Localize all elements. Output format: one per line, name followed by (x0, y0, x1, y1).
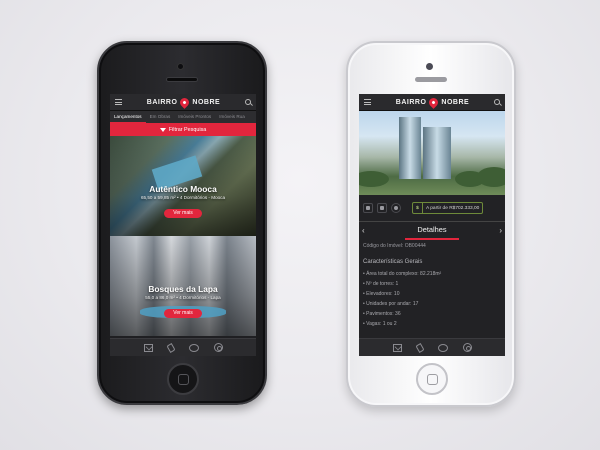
tower-image-detail (423, 127, 451, 179)
price-label: A partir de R$702.333,00 (426, 205, 480, 211)
list-item: Pavimentos: 36 (363, 309, 501, 319)
details-tab[interactable]: Detalhes (405, 222, 459, 240)
left-screen: BAIRRO NOBRE Lançamentos Em Obras Imóvei… (110, 94, 256, 356)
share-icon[interactable] (377, 203, 387, 213)
facebook-icon[interactable] (363, 203, 373, 213)
chat-icon[interactable] (188, 343, 199, 352)
camera-icon (177, 63, 184, 70)
property-photo[interactable] (359, 111, 505, 195)
app-header: BAIRRO NOBRE (359, 94, 505, 111)
see-more-button[interactable]: Ver mais (164, 209, 202, 218)
tree-image-detail (359, 171, 389, 187)
listing-title: Bosques da Lapa (148, 284, 218, 294)
tree-image-detail (477, 167, 505, 187)
logo-text-right: NOBRE (192, 98, 221, 106)
contact-bar (110, 338, 256, 356)
search-icon[interactable] (494, 99, 500, 105)
chevron-right-icon[interactable]: › (499, 226, 502, 235)
whatsapp-icon[interactable] (462, 343, 472, 352)
menu-icon[interactable] (364, 99, 371, 105)
mail-icon[interactable] (392, 343, 402, 352)
black-phone: BAIRRO NOBRE Lançamentos Em Obras Imóvei… (97, 41, 267, 405)
camera-icon (426, 63, 433, 70)
features-list: Área total do complexo: 82.218m² Nº de t… (363, 269, 501, 329)
whatsapp-icon[interactable] (391, 203, 401, 213)
brand-logo[interactable]: BAIRRO NOBRE (395, 95, 470, 109)
category-tabs: Lançamentos Em Obras Imóveis Prontos Imó… (110, 111, 256, 123)
home-button (416, 363, 448, 395)
pin-icon (178, 95, 192, 109)
home-square-icon (427, 374, 438, 385)
tower-image-detail (399, 117, 421, 179)
whatsapp-mark (394, 206, 398, 210)
logo-text-left: BAIRRO (146, 98, 178, 106)
listing-card[interactable]: Bosques da Lapa 55,0 a 86,0 m² • 4 Dormi… (110, 236, 256, 336)
listing-subtitle: 55,0 a 86,0 m² • 4 Dormitórios - Lapa (145, 295, 221, 300)
speaker-grille (415, 77, 447, 82)
right-screen: BAIRRO NOBRE $ A partir de R$702.333,00 … (359, 94, 505, 356)
action-row: $ A partir de R$702.333,00 (359, 195, 505, 221)
filter-icon (159, 127, 166, 132)
chevron-left-icon[interactable]: ‹ (362, 226, 365, 235)
details-header: ‹ Detalhes › (359, 221, 505, 240)
menu-icon[interactable] (115, 99, 122, 105)
white-phone: BAIRRO NOBRE $ A partir de R$702.333,00 … (346, 41, 516, 407)
listing-subtitle: 65,50 a 59,85 m² • 4 Dormitórios - Mooca (140, 195, 226, 200)
dollar-icon: $ (413, 202, 423, 214)
list-item: Área total do complexo: 82.218m² (363, 269, 501, 279)
home-square-icon (178, 374, 189, 385)
list-item: Nº de torres: 1 (363, 279, 501, 289)
phone-icon[interactable] (414, 342, 425, 353)
mail-icon[interactable] (143, 343, 153, 352)
property-code: Código do Imóvel: OB00444 (363, 243, 426, 249)
contact-bar (359, 338, 505, 356)
list-item: Elevadores: 10 (363, 289, 501, 299)
brand-logo[interactable]: BAIRRO NOBRE (146, 95, 221, 109)
listing-card[interactable]: Autêntico Mooca 65,50 a 59,85 m² • 4 Dor… (110, 136, 256, 236)
whatsapp-icon[interactable] (213, 343, 223, 352)
share-mark (380, 206, 384, 210)
tab-em-obras[interactable]: Em Obras (146, 111, 175, 123)
tab-imoveis-prontos[interactable]: Imóveis Prontos (174, 111, 215, 123)
tab-lancamentos[interactable]: Lançamentos (110, 111, 146, 123)
features-heading: Características Gerais (363, 259, 423, 265)
property-info: Código do Imóvel: OB00444 Característica… (359, 239, 505, 331)
list-item: Unidades por andar: 17 (363, 299, 501, 309)
app-header: BAIRRO NOBRE (110, 94, 256, 111)
price-badge[interactable]: $ A partir de R$702.333,00 (412, 202, 484, 214)
search-icon[interactable] (245, 99, 251, 105)
filter-button[interactable]: Filtrar Pesquisa (110, 123, 256, 136)
speaker-grille (166, 77, 198, 82)
phone-icon[interactable] (165, 342, 176, 353)
listing-title: Autêntico Mooca (149, 184, 217, 194)
filter-label: Filtrar Pesquisa (168, 126, 207, 133)
chat-icon[interactable] (437, 343, 448, 352)
logo-text-right: NOBRE (441, 98, 470, 106)
see-more-button[interactable]: Ver mais (164, 309, 202, 318)
home-button (167, 363, 199, 395)
facebook-mark (366, 206, 370, 210)
tab-imoveis-rua[interactable]: Imóveis Rua (215, 111, 249, 123)
pin-icon (427, 95, 441, 109)
list-item: Vagas: 1 ou 2 (363, 319, 501, 329)
logo-text-left: BAIRRO (395, 98, 427, 106)
